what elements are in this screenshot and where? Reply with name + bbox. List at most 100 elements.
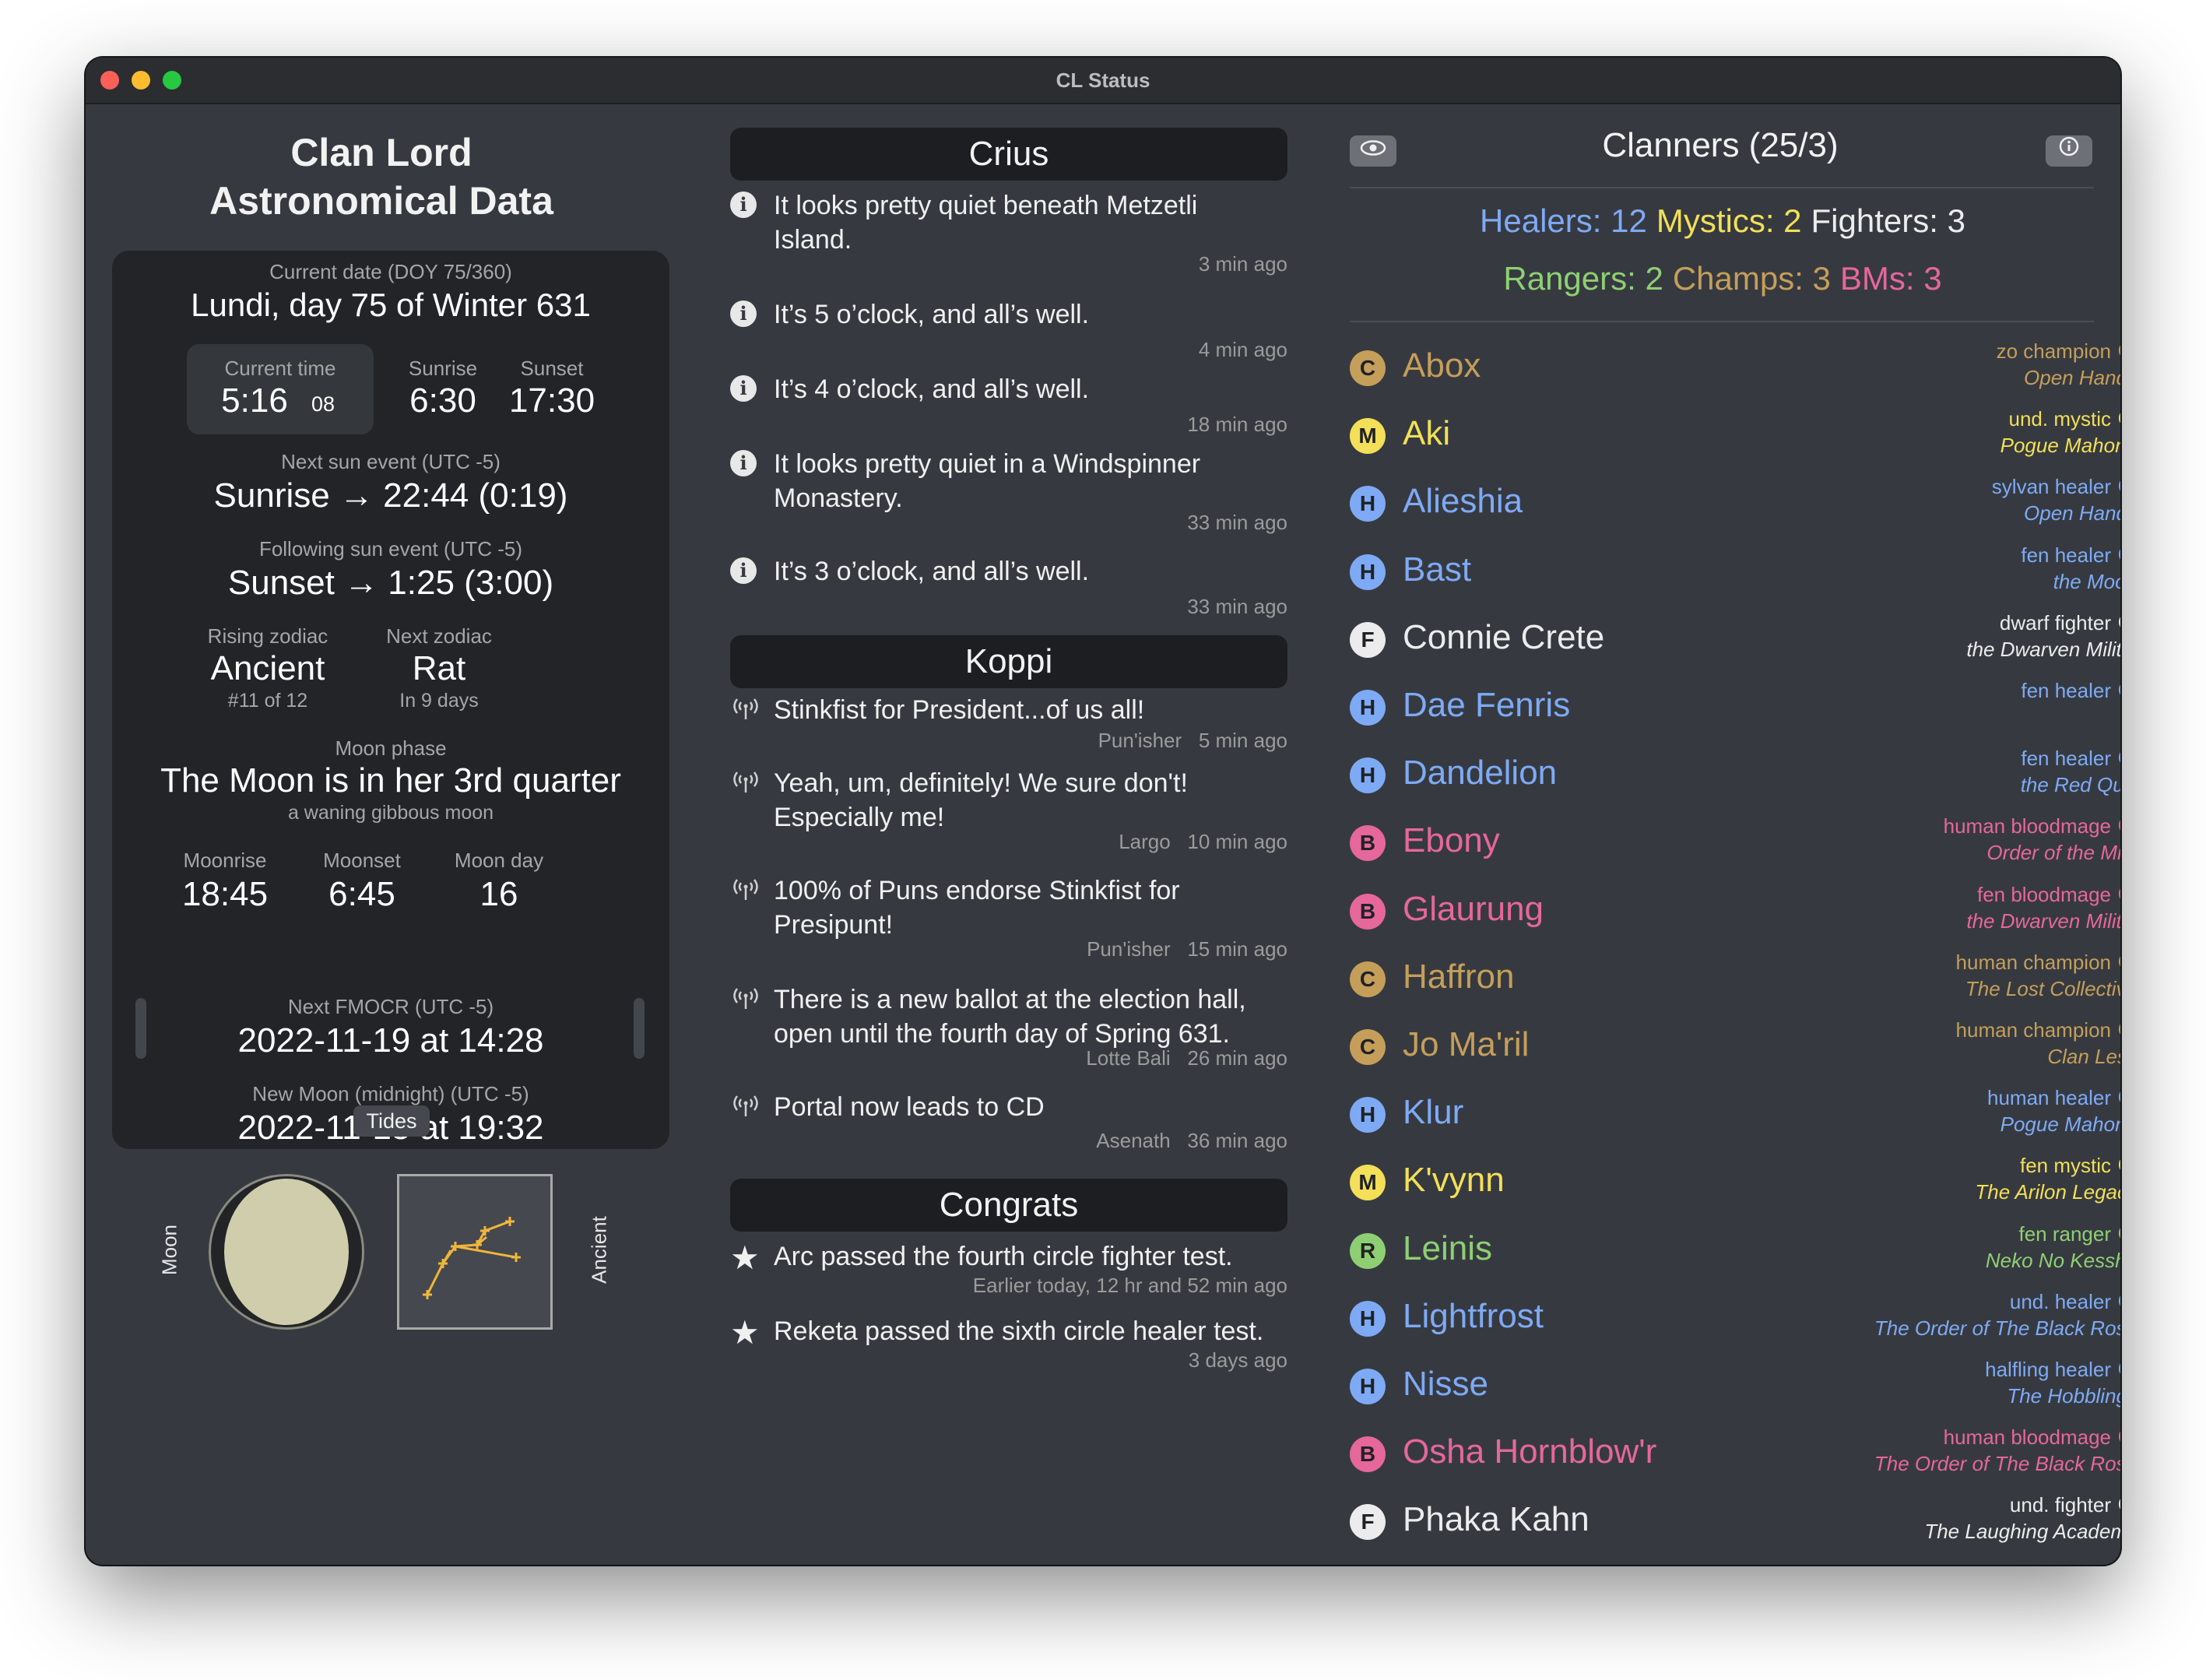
message-item: i It’s 4 o’clock, and all’s well. 18 min a… bbox=[730, 372, 1287, 450]
class-badge: H bbox=[1350, 1369, 1386, 1404]
message-meta: 33 min ago bbox=[1187, 595, 1287, 618]
clanner-race-class: halfling healer bbox=[1985, 1358, 2111, 1381]
class-count: Healers: 12 bbox=[1480, 202, 1647, 239]
clanner-row[interactable]: H Klur human healer M Pogue Mahone bbox=[1350, 1084, 2120, 1152]
message-text: It looks pretty quiet in a Windspinner M… bbox=[774, 449, 1201, 513]
clanners-divider-bottom bbox=[1350, 321, 2094, 322]
rising-zodiac-value: Ancient bbox=[210, 649, 325, 687]
broadcast-icon bbox=[730, 1093, 758, 1121]
next-sun-label: Next sun event (UTC -5) bbox=[281, 450, 501, 473]
clanner-row[interactable]: H Lightfrost und. healer M The Order of The … bbox=[1350, 1288, 2120, 1356]
zodiac-caption: Ancient bbox=[587, 1216, 611, 1284]
app-window: CL Status Clan Lord Astronomical Data Cu… bbox=[86, 58, 2120, 1565]
class-badge: H bbox=[1350, 690, 1386, 726]
info-icon bbox=[2059, 136, 2079, 156]
clanner-name: Leinis bbox=[1403, 1228, 1492, 1267]
clanner-row[interactable]: C Haffron human champion F The Lost Collecti… bbox=[1350, 949, 2120, 1017]
clanner-clan: the Moon bbox=[2053, 569, 2120, 593]
class-count: Champs: 3 bbox=[1672, 260, 1831, 297]
clanner-row[interactable]: C Abox zo champion M Open Hands bbox=[1350, 338, 2120, 406]
visibility-button[interactable] bbox=[1350, 135, 1396, 167]
class-badge: H bbox=[1350, 554, 1386, 590]
title-bar[interactable]: CL Status bbox=[86, 58, 2120, 104]
message-item: 100% of Puns endorse Stinkfist for Presi… bbox=[730, 873, 1287, 961]
star-glyph: ★ bbox=[730, 1314, 760, 1351]
clanner-row[interactable]: M Aki und. mystic M Pogue Mahone bbox=[1350, 406, 2120, 473]
clanner-row[interactable]: B Glaurung fen bloodmage Mthe Dwarven Milit… bbox=[1350, 881, 2120, 949]
info-icon: i bbox=[730, 301, 758, 329]
clanner-clan: Order of the Mini bbox=[1986, 841, 2120, 865]
crius-header: Crius bbox=[730, 128, 1287, 181]
clanners-info-button[interactable] bbox=[2046, 135, 2092, 167]
clanner-clan: Open Hands bbox=[2024, 501, 2120, 525]
clanner-row[interactable]: C Jo Ma'ril human champion M Clan Less bbox=[1350, 1017, 2120, 1084]
clanner-clan: The Lost Collective bbox=[1965, 976, 2120, 1000]
star-glyph: ★ bbox=[730, 1239, 760, 1276]
clanner-name: Klur bbox=[1403, 1093, 1464, 1132]
class-count: Rangers: 2 bbox=[1503, 260, 1663, 297]
clanner-row[interactable]: F Phaka Kahn und. fighter F The Laughing Aca… bbox=[1350, 1492, 2120, 1559]
class-badge: M bbox=[1350, 1165, 1386, 1201]
broadcast-glyph bbox=[730, 877, 758, 909]
clanner-name: Phaka Kahn bbox=[1403, 1500, 1590, 1539]
zodiac-constellation-image bbox=[397, 1174, 553, 1330]
clanner-name: Alieshia bbox=[1403, 482, 1523, 521]
moon-phase-value: The Moon is in her 3rd quarter bbox=[160, 761, 621, 800]
clanner-clan: The Order of The Black Rose bbox=[1874, 1452, 2120, 1476]
time-seconds: 08 bbox=[311, 392, 335, 416]
window-title: CL Status bbox=[1056, 69, 1150, 92]
next-zodiac-label: Next zodiac bbox=[386, 624, 492, 648]
message-text: Reketa passed the sixth circle healer te… bbox=[774, 1316, 1264, 1346]
gender-icon: F bbox=[2119, 544, 2120, 564]
clanner-race-class: human champion bbox=[1955, 950, 2111, 974]
clanners-title: Clanners (25/3) bbox=[1602, 126, 1839, 164]
clanner-row[interactable]: M K'vynn fen mystic M The Arilon Legacy bbox=[1350, 1152, 2120, 1220]
ancient-constellation-icon bbox=[423, 1217, 521, 1299]
moon-phase-image bbox=[209, 1174, 364, 1330]
clanner-clan: Open Hands bbox=[2024, 366, 2120, 389]
tides-button[interactable]: Tides bbox=[353, 1105, 430, 1137]
class-stats-line1: Healers: 12 Mystics: 2 Fighters: 3 bbox=[1351, 202, 2095, 240]
clanner-name: Connie Crete bbox=[1403, 617, 1605, 656]
clanner-row[interactable]: H Dae Fenris fen healer M bbox=[1350, 677, 2120, 745]
gender-icon: F bbox=[2119, 612, 2120, 631]
clanner-race-class: human champion bbox=[1955, 1018, 2111, 1042]
message-item: Portal now leads to CD Asenath 36 min ago bbox=[730, 1090, 1287, 1168]
sunrise-value: 6:30 bbox=[409, 381, 476, 420]
gender-icon: M bbox=[2119, 1359, 2120, 1378]
clanner-row[interactable]: H Bast fen healer Fthe Moon bbox=[1350, 542, 2120, 610]
date-label: Current date (DOY 75/360) bbox=[269, 260, 512, 283]
clanner-row[interactable]: B Ebony human bloodmage F Order of the Mini bbox=[1350, 813, 2120, 880]
clanner-row[interactable]: R Leinis fen ranger M Neko No Kessha bbox=[1350, 1221, 2120, 1288]
message-meta: Pun'isher 15 min ago bbox=[1087, 937, 1287, 961]
sunrise-label: Sunrise bbox=[408, 357, 478, 380]
message-meta: Pun'isher 5 min ago bbox=[1098, 729, 1287, 752]
clanner-row[interactable]: H Dandelion fen healer Fthe Red Quill bbox=[1350, 745, 2120, 813]
clanner-row[interactable]: H Alieshia sylvan healer F Open Hands bbox=[1350, 473, 2120, 541]
info-glyph: i bbox=[730, 375, 757, 402]
clanner-name: Dandelion bbox=[1403, 754, 1558, 793]
class-badge: C bbox=[1350, 350, 1386, 386]
message-item: i It looks pretty quiet beneath Metzetli … bbox=[730, 188, 1287, 276]
class-badge: F bbox=[1350, 1504, 1386, 1541]
moonrise-value: 18:45 bbox=[181, 875, 269, 913]
astro-title-line2: Astronomical Data bbox=[209, 179, 553, 223]
next-zodiac-sub: In 9 days bbox=[399, 690, 479, 712]
message-text: Stinkfist for President...of us all! bbox=[774, 695, 1145, 725]
clanner-clan: Neko No Kessha bbox=[1985, 1248, 2120, 1272]
clanner-clan: The Arilon Legacy bbox=[1975, 1180, 2120, 1204]
class-badge: H bbox=[1350, 1300, 1386, 1337]
clanner-name: Ebony bbox=[1403, 821, 1500, 860]
broadcast-icon bbox=[730, 696, 758, 724]
clanner-row[interactable]: B Osha Hornblow'r human bloodmage M The Orde… bbox=[1350, 1424, 2120, 1492]
clanner-row[interactable]: F Connie Crete dwarf fighter Fthe Dwarven M… bbox=[1350, 610, 2120, 677]
info-glyph: i bbox=[730, 557, 757, 584]
gender-icon: M bbox=[2119, 341, 2120, 360]
clanner-row[interactable]: H Nisse halfling healer M The Hobblings bbox=[1350, 1356, 2120, 1424]
clanner-race-class: und. healer bbox=[2009, 1289, 2111, 1313]
gender-icon: F bbox=[2119, 1495, 2120, 1514]
message-item: i It looks pretty quiet in a Windspinner … bbox=[730, 447, 1287, 534]
clanner-race-class: dwarf fighter bbox=[1999, 610, 2111, 634]
following-sun-label: Following sun event (UTC -5) bbox=[258, 537, 523, 561]
class-badge: B bbox=[1350, 893, 1386, 930]
